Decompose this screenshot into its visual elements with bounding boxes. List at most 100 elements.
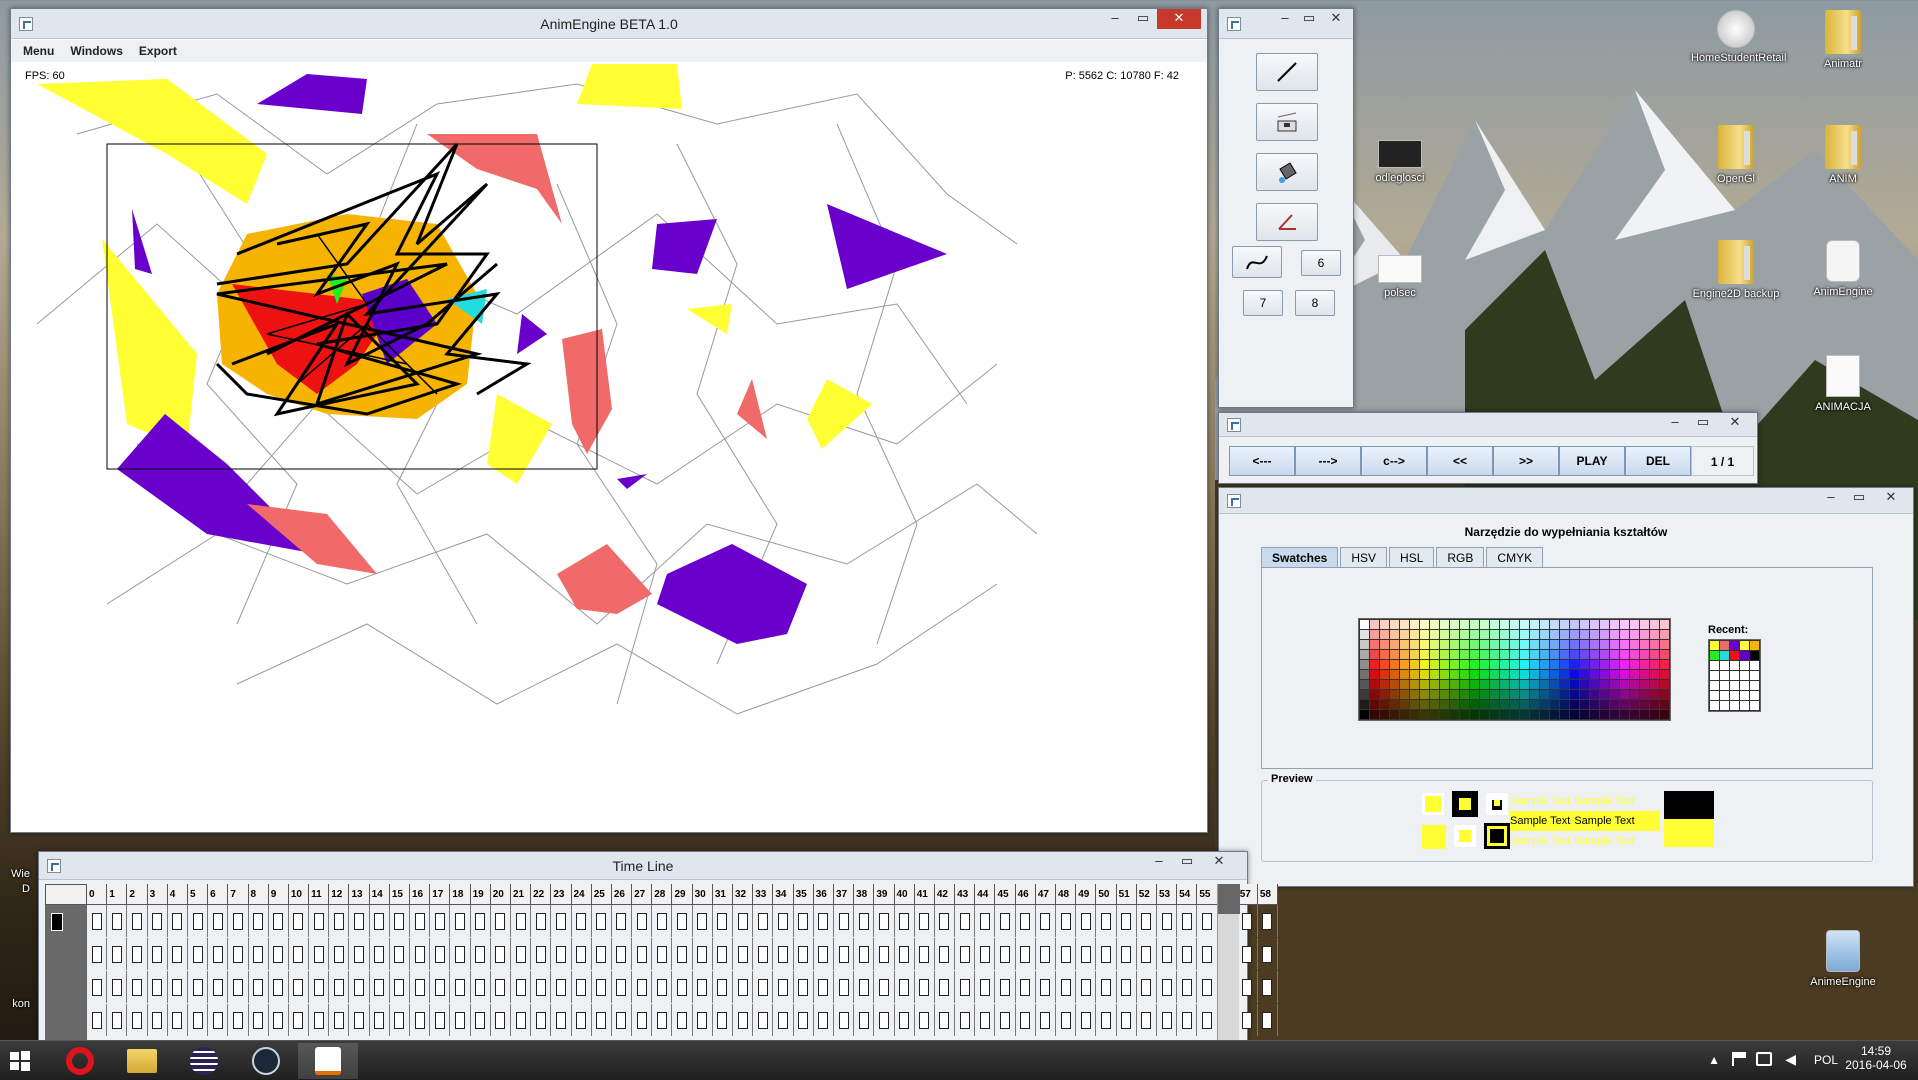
color-swatch[interactable] <box>1390 680 1399 689</box>
drawing-canvas[interactable]: FPS: 60 P: 5562 C: 10780 F: 42 <box>17 64 1201 826</box>
start-button[interactable] <box>0 1043 40 1079</box>
close-button[interactable]: ✕ <box>1321 9 1351 29</box>
color-swatch[interactable] <box>1430 640 1439 649</box>
color-swatch[interactable] <box>1590 710 1599 719</box>
color-swatch[interactable] <box>1560 680 1569 689</box>
color-swatch[interactable] <box>1440 670 1449 679</box>
color-swatch[interactable] <box>1630 690 1639 699</box>
color-swatch[interactable] <box>1630 630 1639 639</box>
frame-cell[interactable] <box>572 971 592 1003</box>
minimize-button[interactable]: – <box>1273 9 1297 29</box>
frame-cell[interactable] <box>874 938 895 970</box>
color-swatch[interactable] <box>1380 660 1389 669</box>
recent-swatch[interactable] <box>1740 671 1749 680</box>
frame-cell[interactable] <box>935 938 956 970</box>
tray-volume-icon[interactable]: ◀ <box>1785 1051 1796 1068</box>
frame-cell[interactable] <box>1157 1004 1178 1036</box>
frame-cell[interactable] <box>1096 905 1117 937</box>
frame-cell[interactable] <box>1016 971 1036 1003</box>
frame-cell[interactable] <box>652 905 673 937</box>
frame-number[interactable]: 36 <box>813 884 834 905</box>
frame-cell[interactable] <box>572 905 592 937</box>
frame-cell[interactable] <box>672 905 693 937</box>
frame-cell[interactable] <box>753 905 774 937</box>
frame-cell[interactable] <box>471 905 491 937</box>
frame-cell[interactable] <box>1056 971 1077 1003</box>
bezier-tool-button[interactable] <box>1232 246 1282 278</box>
color-swatch[interactable] <box>1540 680 1549 689</box>
frame-cell[interactable] <box>370 971 390 1003</box>
color-swatch[interactable] <box>1440 640 1449 649</box>
frame-cell[interactable] <box>471 1004 491 1036</box>
frame-cell[interactable] <box>1258 1004 1279 1036</box>
color-swatch[interactable] <box>1630 640 1639 649</box>
color-swatch[interactable] <box>1560 630 1569 639</box>
color-swatch[interactable] <box>1540 630 1549 639</box>
color-swatch[interactable] <box>1600 650 1609 659</box>
color-swatch[interactable] <box>1370 620 1379 629</box>
frame-cell[interactable] <box>511 1004 532 1036</box>
tray-up-arrow-icon[interactable]: ▲ <box>1708 1053 1720 1067</box>
frame-number[interactable]: 20 <box>490 884 511 905</box>
frame-number[interactable]: 43 <box>955 884 976 905</box>
color-swatch[interactable] <box>1610 710 1619 719</box>
play-button[interactable]: PLAY <box>1559 446 1625 476</box>
copy-frame-button[interactable]: c--> <box>1361 446 1427 476</box>
color-swatch[interactable] <box>1600 630 1609 639</box>
layer-tool-button[interactable] <box>1256 103 1318 141</box>
color-swatch[interactable] <box>1520 670 1529 679</box>
color-swatch[interactable] <box>1510 690 1519 699</box>
color-swatch[interactable] <box>1470 650 1479 659</box>
frame-cell[interactable] <box>1137 971 1157 1003</box>
color-swatch[interactable] <box>1410 680 1419 689</box>
frame-cell[interactable] <box>410 905 431 937</box>
color-swatch[interactable] <box>1380 630 1389 639</box>
color-swatch[interactable] <box>1490 710 1499 719</box>
recent-swatch[interactable] <box>1710 671 1719 680</box>
color-swatch[interactable] <box>1590 690 1599 699</box>
color-swatch[interactable] <box>1480 710 1489 719</box>
color-swatch[interactable] <box>1660 680 1669 689</box>
frame-cell[interactable] <box>491 971 511 1003</box>
frame-cell[interactable] <box>1117 905 1137 937</box>
frame-cell[interactable] <box>713 938 733 970</box>
frame-cell[interactable] <box>370 1004 390 1036</box>
frame-cell[interactable] <box>874 971 895 1003</box>
frame-cell[interactable] <box>390 905 410 937</box>
frame-cell[interactable] <box>1177 905 1198 937</box>
frame-cell[interactable] <box>289 1004 310 1036</box>
color-swatch[interactable] <box>1550 640 1559 649</box>
color-swatch[interactable] <box>1480 700 1489 709</box>
color-swatch[interactable] <box>1640 690 1649 699</box>
close-button[interactable]: ✕ <box>1873 488 1909 508</box>
frame-cell[interactable] <box>794 1004 814 1036</box>
color-swatch[interactable] <box>1470 630 1479 639</box>
frame-cell[interactable] <box>693 971 713 1003</box>
frame-cell[interactable] <box>329 971 350 1003</box>
frame-number[interactable]: 46 <box>1015 884 1036 905</box>
frame-number[interactable]: 44 <box>975 884 996 905</box>
menu-menu[interactable]: Menu <box>23 44 54 58</box>
recent-swatch[interactable] <box>1750 651 1759 660</box>
frame-cell[interactable] <box>208 938 229 970</box>
frame-cell[interactable] <box>531 938 552 970</box>
color-swatch[interactable] <box>1520 710 1529 719</box>
active-layer-marker[interactable] <box>51 913 63 931</box>
color-swatch[interactable] <box>1580 640 1589 649</box>
frame-number[interactable]: 0 <box>87 884 108 905</box>
frame-cell[interactable] <box>228 938 249 970</box>
color-swatch[interactable] <box>1620 620 1629 629</box>
recent-swatch[interactable] <box>1730 641 1739 650</box>
close-button[interactable]: ✕ <box>1717 413 1753 433</box>
color-swatch[interactable] <box>1490 630 1499 639</box>
frame-cell[interactable] <box>1096 1004 1117 1036</box>
frame-cell[interactable] <box>652 938 673 970</box>
color-swatch[interactable] <box>1660 630 1669 639</box>
frame-cell[interactable] <box>854 1004 875 1036</box>
color-swatch[interactable] <box>1370 700 1379 709</box>
color-swatch[interactable] <box>1390 710 1399 719</box>
color-swatch[interactable] <box>1410 640 1419 649</box>
color-swatch[interactable] <box>1650 680 1659 689</box>
frame-number[interactable]: 12 <box>329 884 350 905</box>
frame-cell[interactable] <box>753 971 774 1003</box>
